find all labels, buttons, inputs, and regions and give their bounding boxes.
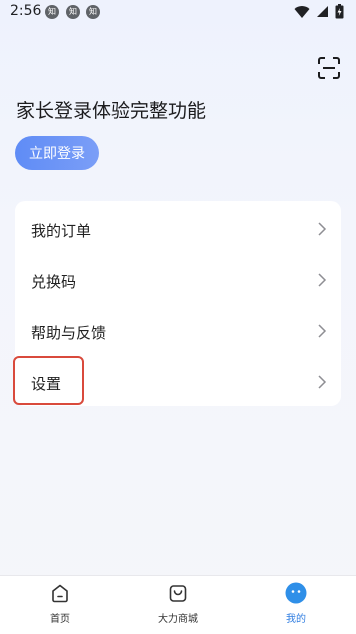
menu-item-label: 帮助与反馈	[31, 324, 107, 342]
chevron-right-icon	[318, 222, 327, 236]
scan-icon	[318, 57, 340, 79]
tab-label: 我的	[286, 614, 306, 625]
menu-item-orders[interactable]: 我的订单	[15, 203, 341, 254]
scan-button[interactable]	[316, 55, 342, 81]
system-icons	[294, 4, 344, 19]
signal-icon	[317, 6, 328, 17]
login-prompt-title: 家长登录体验完整功能	[16, 100, 207, 122]
status-bar: 2:56 知 知 知	[0, 0, 356, 26]
shopping-bag-icon	[169, 585, 187, 602]
menu-item-redeem-code[interactable]: 兑换码	[15, 254, 341, 305]
tab-home[interactable]: 首页	[20, 582, 100, 625]
tab-label: 首页	[50, 614, 70, 625]
status-time: 2:56	[10, 3, 42, 19]
tab-mine[interactable]: 我的	[256, 582, 336, 625]
tab-mall[interactable]: 大力商城	[138, 582, 218, 625]
menu-item-label: 我的订单	[31, 222, 92, 240]
battery-icon	[335, 4, 344, 19]
menu-item-label: 兑换码	[31, 273, 77, 291]
chevron-right-icon	[318, 273, 327, 287]
wifi-icon	[294, 5, 310, 18]
login-button[interactable]: 立即登录	[15, 136, 99, 170]
notification-icon: 知	[86, 5, 100, 19]
bottom-tab-bar: 首页 大力商城 我的	[0, 575, 356, 634]
notification-icon: 知	[66, 5, 80, 19]
chevron-right-icon	[318, 324, 327, 338]
notification-icon: 知	[45, 5, 59, 19]
home-icon	[52, 584, 68, 603]
menu-item-help-feedback[interactable]: 帮助与反馈	[15, 305, 341, 356]
chevron-right-icon	[318, 375, 327, 389]
profile-face-icon	[285, 582, 307, 604]
tab-label: 大力商城	[158, 614, 198, 625]
settings-highlight-box	[13, 356, 84, 405]
